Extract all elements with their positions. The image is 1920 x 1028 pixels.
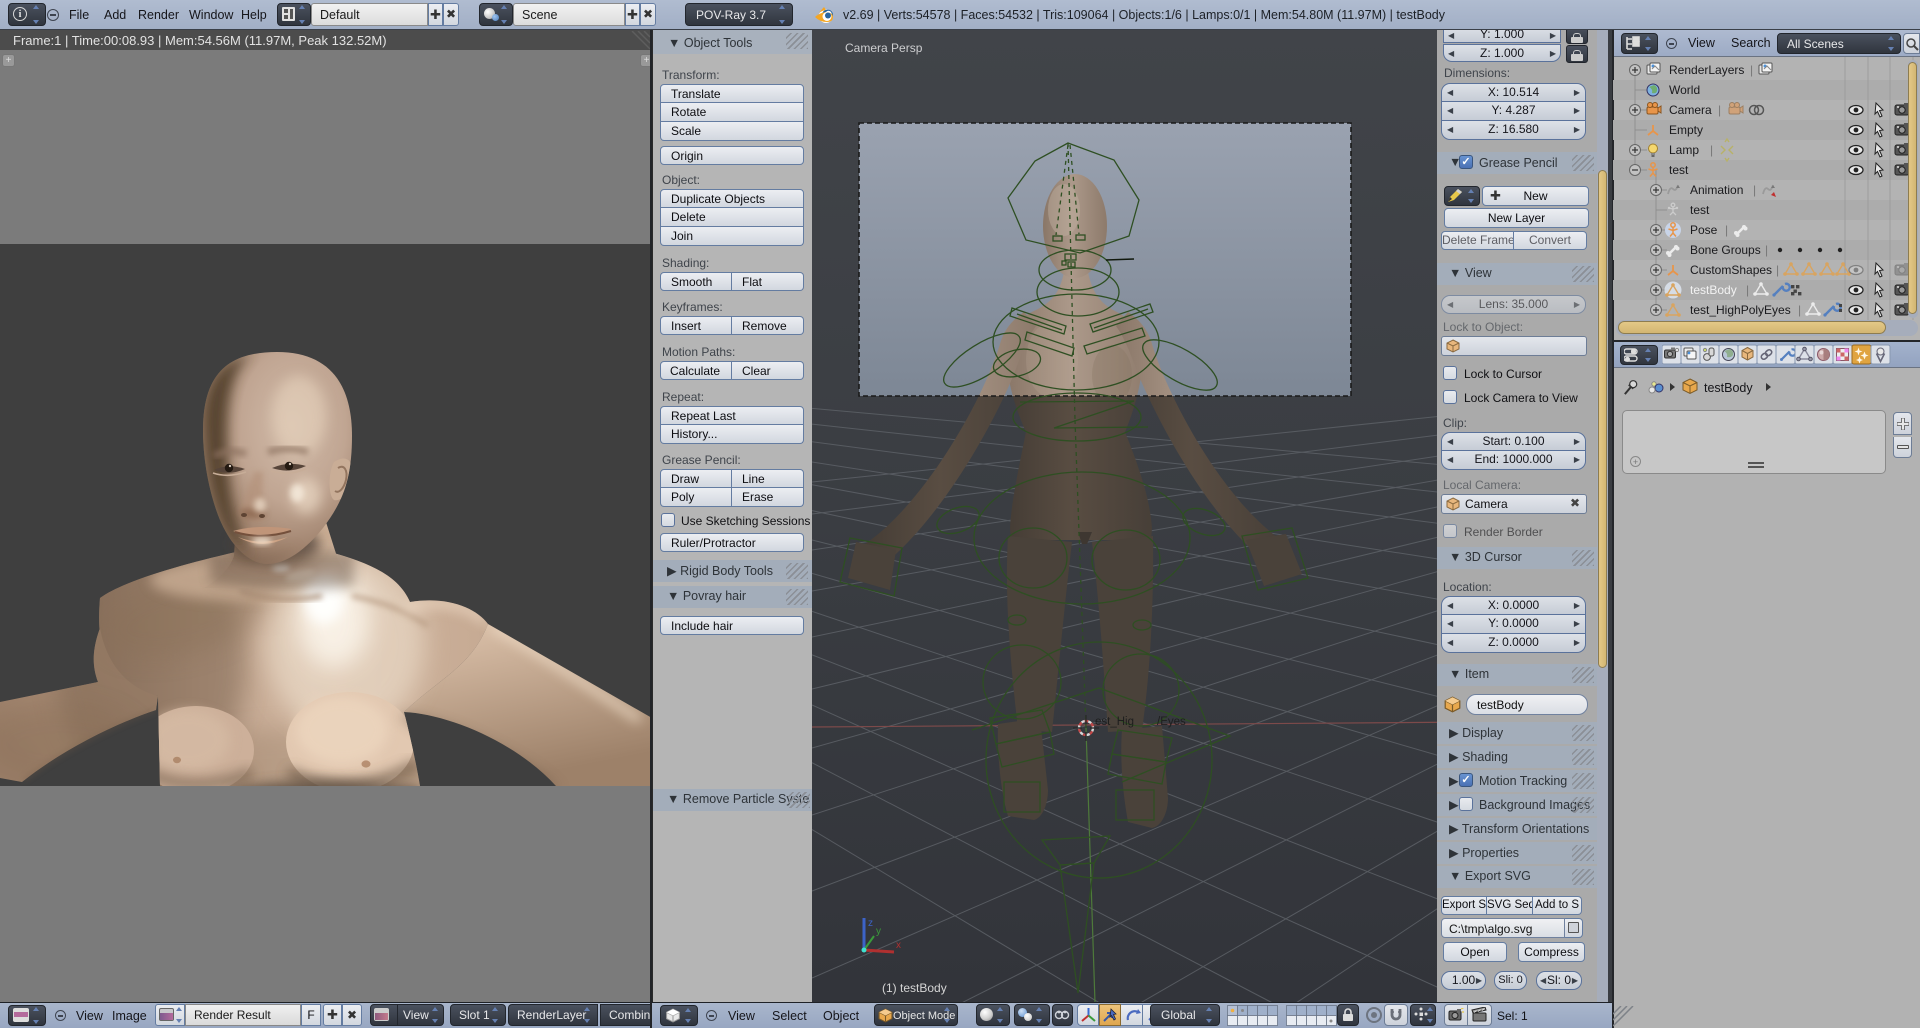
svg-text:/Eyes: /Eyes: [1157, 716, 1186, 728]
svg-text:|: |: [1753, 183, 1756, 197]
svg-text:est_Hig: est_Hig: [1095, 716, 1134, 728]
svg-text:RenderLayers: RenderLayers: [1669, 63, 1744, 77]
svg-text:test: test: [1690, 203, 1710, 217]
svg-text:Empty: Empty: [1669, 123, 1703, 137]
svg-text:z: z: [868, 918, 873, 929]
svg-text:|: |: [1725, 223, 1728, 237]
svg-text:Pose: Pose: [1690, 223, 1718, 237]
svg-text:(1) testBody: (1) testBody: [882, 981, 947, 995]
svg-text:Camera Persp: Camera Persp: [845, 41, 923, 55]
svg-text:World: World: [1669, 83, 1700, 97]
svg-text:testBody: testBody: [1704, 381, 1753, 395]
svg-text:|: |: [1750, 63, 1753, 77]
svg-text:Bone Groups: Bone Groups: [1690, 243, 1761, 257]
svg-text:|: |: [1776, 263, 1779, 277]
svg-text:Animation: Animation: [1690, 183, 1743, 197]
svg-text:y: y: [876, 926, 881, 937]
svg-text:test_HighPolyEyes: test_HighPolyEyes: [1690, 303, 1791, 317]
svg-text:test: test: [1669, 163, 1689, 177]
svg-text:x: x: [896, 940, 901, 951]
svg-text:testBody: testBody: [1690, 283, 1737, 297]
svg-text:Camera: Camera: [1669, 103, 1712, 117]
svg-text:Lamp: Lamp: [1669, 143, 1699, 157]
svg-text:|: |: [1746, 283, 1749, 297]
svg-text:|: |: [1718, 103, 1721, 117]
svg-text:CustomShapes: CustomShapes: [1690, 263, 1772, 277]
svg-text:|: |: [1710, 143, 1713, 157]
svg-text:|: |: [1798, 303, 1801, 317]
svg-text:|: |: [1765, 243, 1768, 257]
